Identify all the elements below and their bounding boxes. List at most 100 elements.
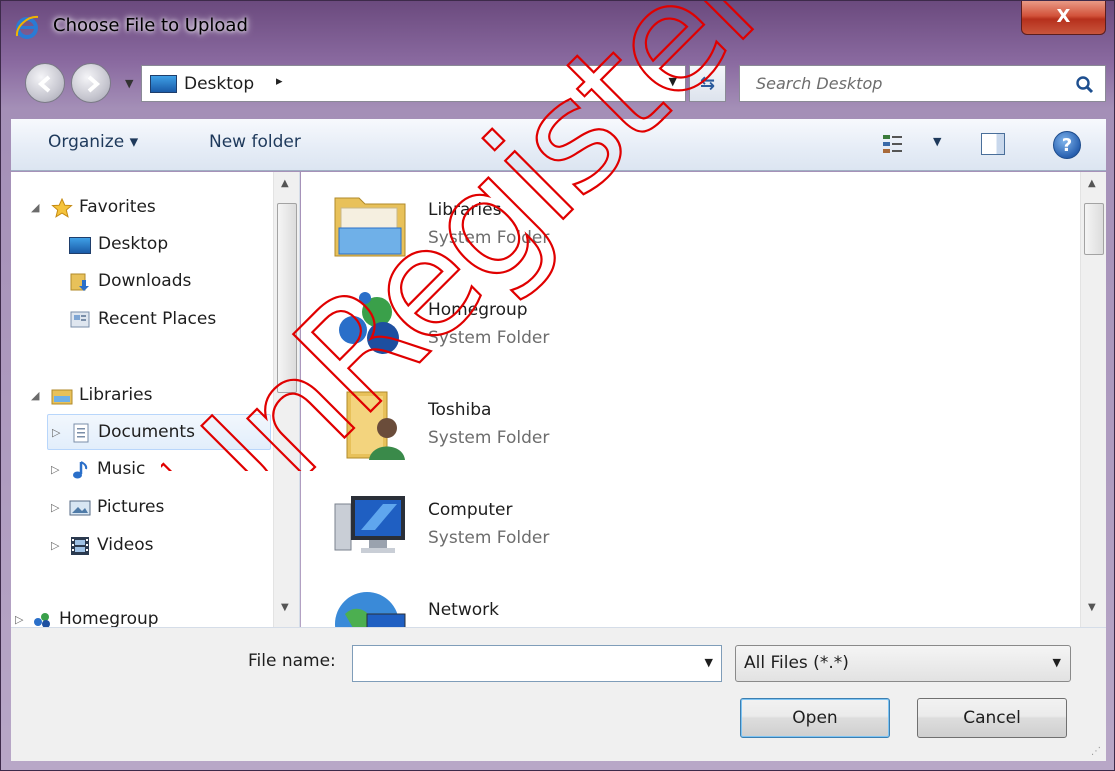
help-icon[interactable]: ? (1053, 131, 1081, 159)
recent-places-icon (70, 311, 90, 328)
file-name: Toshiba (428, 400, 492, 420)
command-toolbar: Organize ▾ New folder ▼ ? (11, 119, 1106, 171)
file-type-select[interactable]: All Files (*.*) ▼ (735, 645, 1071, 682)
open-button[interactable]: Open (740, 698, 890, 738)
nav-item-label: Music (97, 459, 146, 479)
scrollbar-thumb[interactable] (1084, 203, 1104, 255)
resize-grip-icon[interactable]: ⋰ (1091, 746, 1101, 757)
desktop-icon (150, 75, 177, 93)
view-options-dropdown-icon[interactable]: ▼ (933, 135, 941, 148)
back-button[interactable] (25, 63, 65, 103)
forward-arrow-icon (87, 75, 101, 93)
recent-locations-dropdown[interactable]: ▼ (125, 77, 133, 90)
file-name: Computer (428, 500, 513, 520)
close-button[interactable]: X (1021, 1, 1106, 35)
nav-item-recent-places[interactable]: Recent Places (11, 302, 271, 338)
change-view-icon[interactable] (881, 132, 905, 156)
collapse-arrow-icon[interactable]: ◢ (31, 201, 39, 214)
star-icon (51, 198, 73, 218)
scrollbar-thumb[interactable] (277, 203, 297, 393)
pictures-icon (69, 500, 91, 516)
title-bar[interactable]: Choose File to Upload X (1, 1, 1114, 51)
nav-item-label: Videos (97, 535, 154, 555)
window-title: Choose File to Upload (53, 15, 248, 36)
nav-item-videos[interactable]: ▷ Videos (47, 528, 271, 564)
scroll-down-arrow-icon[interactable]: ▼ (1088, 602, 1096, 613)
file-list-scrollbar[interactable]: ▲ ▼ (1080, 172, 1106, 627)
file-name-input[interactable] (353, 646, 683, 681)
file-name-combobox[interactable]: ▼ (352, 645, 722, 682)
address-location[interactable]: Desktop (184, 74, 254, 94)
nav-item-label: Pictures (97, 497, 165, 517)
desktop-icon (69, 237, 91, 254)
search-box[interactable] (739, 65, 1106, 102)
forward-button[interactable] (71, 63, 111, 103)
file-item-libraries[interactable]: Libraries System Folder (326, 180, 726, 270)
nav-item-desktop[interactable]: Desktop (11, 227, 271, 263)
libraries-folder-icon (334, 197, 406, 257)
nav-item-music[interactable]: ▷ Music (47, 452, 271, 488)
file-type-dropdown-icon[interactable]: ▼ (1053, 656, 1061, 669)
nav-item-label: Desktop (98, 234, 169, 254)
homegroup-icon (34, 613, 50, 627)
refresh-icon: ⇆ (699, 73, 716, 94)
file-item-computer[interactable]: Computer System Folder (326, 480, 726, 570)
nav-libraries[interactable]: ◢ Libraries (11, 378, 271, 414)
file-type: System Folder (428, 528, 550, 548)
nav-item-pictures[interactable]: ▷ Pictures (47, 490, 271, 526)
nav-libraries-label: Libraries (79, 385, 153, 405)
nav-item-documents[interactable]: ▷ Documents (47, 414, 271, 450)
nav-favorites-label: Favorites (79, 197, 156, 217)
file-name: Network (428, 600, 499, 620)
expand-arrow-icon[interactable]: ▷ (51, 501, 59, 514)
nav-item-label: Documents (98, 422, 195, 442)
downloads-icon (70, 273, 89, 291)
scroll-up-arrow-icon[interactable]: ▲ (1088, 178, 1096, 189)
cancel-button[interactable]: Cancel (917, 698, 1067, 738)
breadcrumb-chevron-icon[interactable]: ▸ (276, 74, 283, 89)
refresh-button[interactable]: ⇆ (689, 65, 726, 102)
search-input[interactable] (740, 66, 1070, 101)
file-type: System Folder (428, 428, 550, 448)
file-type: System Folder (428, 228, 550, 248)
back-arrow-icon (37, 75, 51, 93)
file-name: Libraries (428, 200, 502, 220)
homegroup-icon (339, 292, 399, 354)
nav-item-downloads[interactable]: Downloads (11, 264, 271, 300)
file-item-toshiba[interactable]: Toshiba System Folder (326, 380, 726, 470)
collapse-arrow-icon[interactable]: ◢ (31, 389, 39, 402)
address-dropdown-icon[interactable]: ▼ (669, 75, 677, 88)
file-name-dropdown-icon[interactable]: ▼ (705, 656, 713, 669)
music-icon (73, 461, 88, 479)
file-name-label: File name: (248, 651, 336, 671)
nav-homegroup[interactable]: ▷ Homegroup (11, 602, 271, 627)
new-folder-button[interactable]: New folder (209, 132, 301, 152)
file-type: System Folder (428, 328, 550, 348)
address-bar[interactable]: Desktop ▸ ▼ (141, 65, 686, 102)
computer-icon (334, 496, 405, 553)
navigation-pane: ◢ Favorites Desktop Downloads Recent Pla… (11, 172, 300, 627)
expand-arrow-icon[interactable]: ▷ (51, 463, 59, 476)
nav-favorites[interactable]: ◢ Favorites (11, 190, 271, 226)
navigation-scrollbar[interactable]: ▲ ▼ (273, 172, 299, 627)
search-icon[interactable] (1075, 75, 1095, 95)
nav-homegroup-label: Homegroup (59, 609, 159, 627)
expand-arrow-icon[interactable]: ▷ (15, 613, 23, 626)
expand-arrow-icon[interactable]: ▷ (52, 426, 60, 439)
scroll-up-arrow-icon[interactable]: ▲ (281, 178, 289, 189)
file-type-value: All Files (*.*) (744, 653, 849, 673)
file-name: Homegroup (428, 300, 528, 320)
file-item-homegroup[interactable]: Homegroup System Folder (326, 280, 726, 370)
scroll-down-arrow-icon[interactable]: ▼ (281, 602, 289, 613)
videos-icon (71, 537, 89, 555)
network-icon (335, 592, 406, 627)
user-folder-icon (346, 391, 405, 460)
file-list: Libraries System Folder Homegroup System… (301, 172, 1106, 627)
file-item-network[interactable]: Network (326, 580, 726, 627)
libraries-icon (51, 389, 73, 405)
expand-arrow-icon[interactable]: ▷ (51, 539, 59, 552)
nav-item-label: Recent Places (98, 309, 217, 329)
dialog-window: Choose File to Upload X ▼ Desktop ▸ ▼ ⇆ … (0, 0, 1115, 771)
organize-button[interactable]: Organize ▾ (48, 132, 138, 152)
preview-pane-icon[interactable] (981, 133, 1005, 155)
